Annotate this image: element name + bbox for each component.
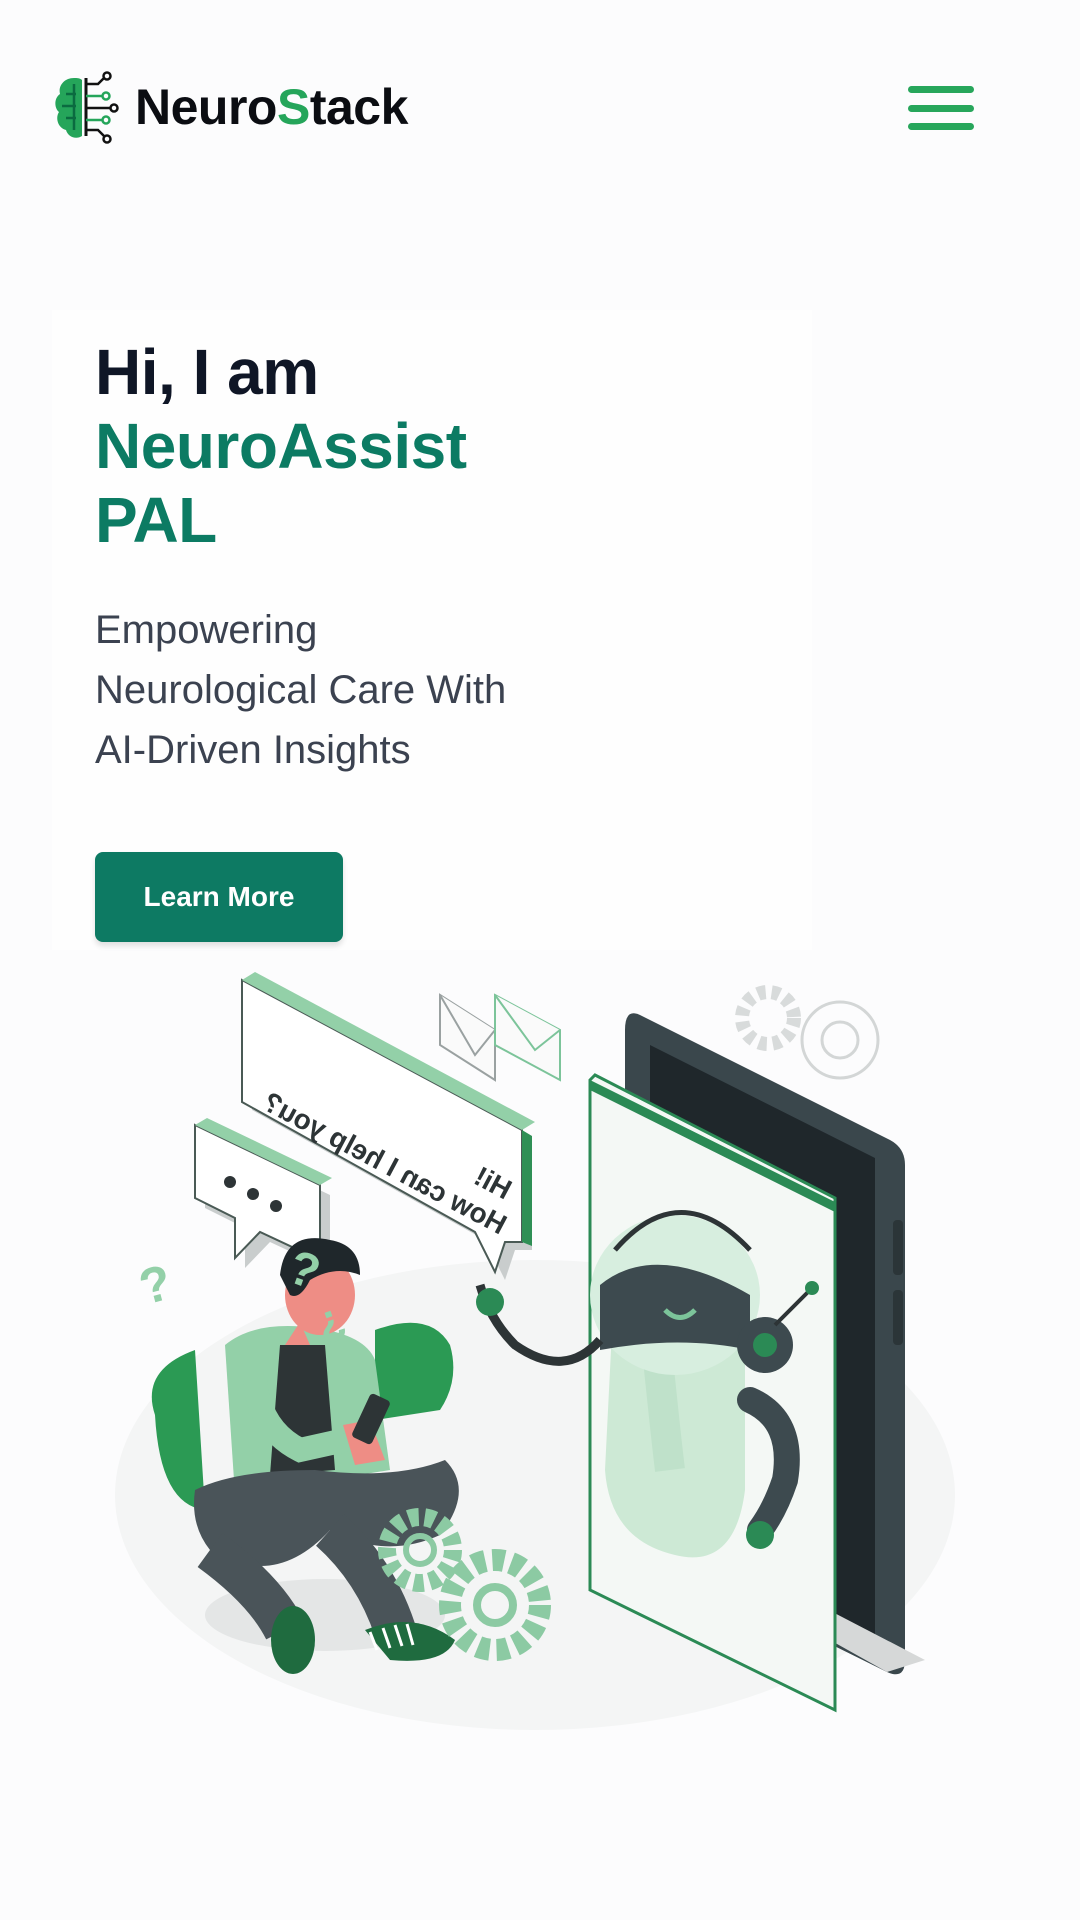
brain-circuit-icon — [55, 71, 119, 144]
gear-icon — [800, 1000, 880, 1080]
learn-more-button[interactable]: Learn More — [95, 852, 343, 942]
brand-logo[interactable]: NeuroStack — [52, 70, 408, 144]
hero-name-line2: PAL — [95, 484, 217, 556]
gear-icon — [735, 985, 801, 1051]
envelope-icon — [439, 993, 496, 1082]
envelope-icon — [494, 993, 561, 1082]
hamburger-menu-icon[interactable] — [908, 86, 974, 130]
hero-title: Hi, I am NeuroAssist PAL — [95, 335, 467, 557]
chatbot-illustration: Hi! How can I help you? ? ? ? — [115, 972, 955, 1730]
brand-name: NeuroStack — [135, 79, 408, 135]
site-header: NeuroStack — [0, 0, 1080, 215]
hero-greeting: Hi, I am — [95, 336, 319, 408]
hero-name-line1: NeuroAssist — [95, 410, 467, 482]
svg-text:?: ? — [133, 1254, 177, 1316]
hero-subtitle: Empowering Neurological Care With AI-Dri… — [95, 608, 507, 772]
